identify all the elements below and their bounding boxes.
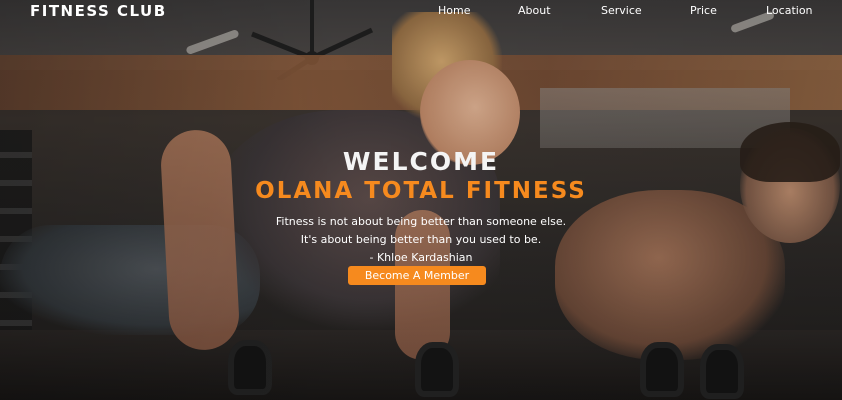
nav-link-service[interactable]: Service (601, 4, 642, 17)
nav-link-about[interactable]: About (518, 4, 551, 17)
quote-line: Fitness is not about being better than s… (275, 215, 567, 228)
hero-quote: Fitness is not about being better than s… (0, 213, 842, 267)
nav-link-location[interactable]: Location (766, 4, 813, 17)
hero-gym-name: OLANA TOTAL FITNESS (255, 178, 587, 204)
become-member-button[interactable]: Become A Member (348, 266, 486, 285)
nav-link-home[interactable]: Home (438, 4, 470, 17)
nav-link-price[interactable]: Price (690, 4, 717, 17)
hero-welcome-heading: WELCOME (342, 147, 500, 176)
main-nav: Home About Service Price Location (0, 4, 842, 20)
quote-line: It's about being better than you used to… (300, 233, 542, 246)
quote-author: - Khloe Kardashian (369, 251, 473, 264)
